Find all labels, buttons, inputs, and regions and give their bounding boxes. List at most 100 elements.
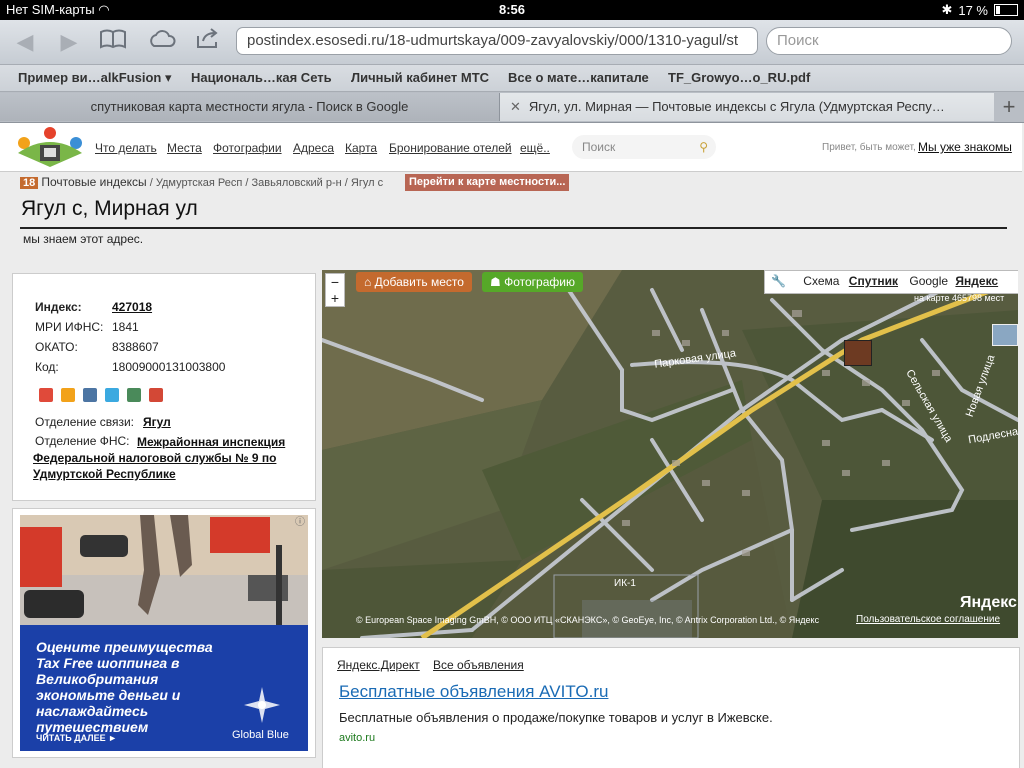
satellite-imagery [322,270,1018,638]
back-icon[interactable]: ◀ [10,28,40,56]
map-places-count: на карте 465798 мест [914,293,1005,303]
bookmark-item[interactable]: Все о мате…капитале [508,70,649,85]
okato-value: 8388607 [112,340,159,354]
layer-yandex[interactable]: Яндекс [955,274,998,288]
layer-satellite[interactable]: Спутник [849,274,898,288]
map-copyright: © European Space Imaging GmBH, © ООО ИТЦ… [356,615,820,625]
browser-search-input[interactable]: Поиск [766,27,1012,55]
go-to-map-button[interactable]: Перейти к карте местности... [405,174,570,191]
zoom-in-button[interactable]: + [326,290,344,306]
add-photo-button[interactable]: ☗ Фотографию [482,272,583,292]
house-icon: ⌂ [364,275,372,289]
ad-read-more-link[interactable]: ЧИТАТЬ ДАЛЕЕ ► [36,733,117,743]
breadcrumb-item[interactable]: Почтовые индексы [41,175,146,189]
yandex-direct-block: Яндекс.Директ Все объявления Бесплатные … [322,647,1020,768]
breadcrumb-item[interactable]: Удмуртская Респ [156,177,243,189]
close-icon[interactable]: ✕ [510,99,521,114]
clock: 8:56 [498,2,526,17]
bluetooth-icon: ✱ [941,2,953,17]
forward-icon[interactable]: ▶ [54,28,84,56]
tab-postindex[interactable]: ✕ Ягул, ул. Мирная — Почтовые индексы с Я… [500,93,994,121]
all-ads-link[interactable]: Все объявления [433,658,524,672]
index-value-link[interactable]: 427018 [112,300,152,314]
web-page: Что делать Места Фотографии Адреса Карта… [0,123,1024,768]
icloud-tabs-icon[interactable] [146,28,176,56]
fns-office-link[interactable]: Межрайонная инспекция Федеральной налого… [33,434,293,482]
bookmark-item[interactable]: Пример ви…alkFusion ▾ [18,70,171,86]
index-label: Индекс: [35,300,82,314]
bookmark-item[interactable]: Националь…кая Сеть [191,70,332,85]
odnoklassniki-icon[interactable] [61,388,75,402]
twitter-icon[interactable] [105,388,119,402]
satellite-map[interactable]: − + ⌂ Добавить место ☗ Фотографию 🔧 Схем… [322,270,1018,638]
login-link[interactable]: Мы уже знакомы [918,140,1012,154]
nav-link-places[interactable]: Места [167,141,202,155]
map-area-label: ИК-1 [614,578,636,589]
mail-ru-icon[interactable] [39,388,53,402]
post-office-label: Отделение связи: [35,415,134,429]
ad-banner[interactable]: Оцените преимущества Tax Free шоппинга в… [12,508,316,758]
map-layer-switcher: 🔧 Схема Спутник Google Яндекс [764,270,1018,294]
site-logo[interactable] [14,127,86,169]
layer-google[interactable]: Google [909,274,948,288]
ifns-label: МРИ ИФНС: [35,320,104,334]
add-place-button[interactable]: ⌂ Добавить место [356,272,472,292]
bookmarks-icon[interactable] [98,28,128,56]
breadcrumb-item[interactable]: Ягул с [351,177,383,189]
search-icon[interactable]: ⚲ [699,135,708,159]
status-bar: Нет SIM-карты ◠ 8:56 ✱ 17 % [0,0,1024,20]
title-divider [20,227,1007,229]
ad-description: Бесплатные объявления о продаже/покупке … [339,710,773,725]
ad-title-link[interactable]: Бесплатные объявления AVITO.ru [339,682,608,702]
ad-domain[interactable]: avito.ru [339,732,375,744]
nav-link-more[interactable]: ещё.. [520,141,550,155]
page-subtitle: мы знаем этот адрес. [23,232,144,246]
ifns-value: 1841 [112,320,139,334]
layer-scheme[interactable]: Схема [803,274,839,288]
map-photo-marker[interactable] [992,324,1018,346]
wrench-icon[interactable]: 🔧 [771,274,786,288]
breadcrumb: 18 Почтовые индексы / Удмуртская Респ / … [20,175,383,191]
social-share-buttons [39,388,169,402]
bookmarks-bar: Пример ви…alkFusion ▾ Националь…кая Сеть… [0,65,1024,92]
site-nav: Что делать Места Фотографии Адреса Карта… [0,123,1022,172]
ad-info-icon[interactable]: ⓘ [295,513,305,528]
breadcrumb-item[interactable]: Завьяловский р-н [252,177,342,189]
ad-brand: Global Blue [232,729,289,741]
battery-icon [994,4,1018,16]
ad-text: Оцените преимущества Tax Free шоппинга в… [36,639,213,735]
livejournal-icon[interactable] [127,388,141,402]
nav-link-what-to-do[interactable]: Что делать [95,141,157,155]
nav-link-addresses[interactable]: Адреса [293,141,334,155]
global-blue-logo-icon [242,685,282,725]
address-bar[interactable]: postindex.esosedi.ru/18-udmurtskaya/009-… [236,27,758,55]
map-photo-marker[interactable] [844,340,872,366]
nav-link-photos[interactable]: Фотографии [213,141,282,155]
ad-illustration [20,515,308,625]
okato-label: ОКАТО: [35,340,78,354]
tab-google-search[interactable]: спутниковая карта местности ягула - Поис… [0,93,500,121]
zoom-controls: − + [325,273,345,307]
direct-source-link[interactable]: Яндекс.Директ [337,658,420,672]
share-icon[interactable] [194,28,224,56]
site-search-input[interactable]: Поиск ⚲ [572,135,716,159]
google-plus-icon[interactable] [149,388,163,402]
people-icon: ☗ [490,275,501,289]
new-tab-button[interactable]: + [994,93,1024,121]
zoom-out-button[interactable]: − [326,274,344,290]
map-terms-link[interactable]: Пользовательское соглашение [856,614,1000,625]
bookmark-item[interactable]: Личный кабинет МТС [351,70,489,85]
browser-toolbar: ◀ ▶ postindex.esosedi.ru/18-udmurtskaya/… [0,20,1024,65]
region-badge: 18 [20,177,39,189]
code-value: 18009000131003800 [112,360,226,374]
nav-link-hotels[interactable]: Бронирование отелей [389,141,512,155]
page-title: Ягул с, Мирная ул [21,197,198,220]
ad-text-block: Оцените преимущества Tax Free шоппинга в… [20,625,308,751]
post-office-link[interactable]: Ягул [143,415,171,429]
greeting-text: Привет, быть может, [822,142,916,153]
bookmark-item[interactable]: TF_Growyo…o_RU.pdf [668,70,810,85]
code-label: Код: [35,360,59,374]
nav-link-map[interactable]: Карта [345,141,377,155]
yandex-logo: Яндекс [960,594,1017,611]
vkontakte-icon[interactable] [83,388,97,402]
